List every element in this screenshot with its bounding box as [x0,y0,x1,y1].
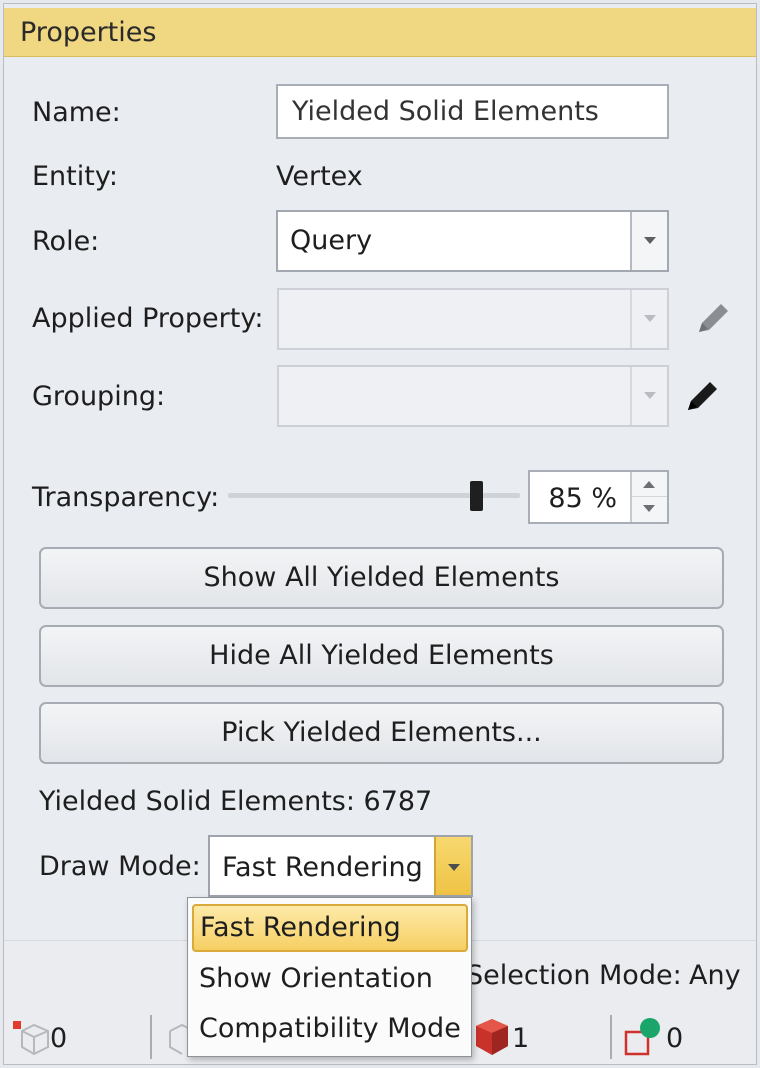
chevron-down-icon [644,392,656,399]
draw-mode-value: Fast Rendering [222,852,423,883]
draw-mode-select[interactable]: Fast Rendering [208,835,473,897]
status-separator [150,1015,152,1059]
name-label: Name: [32,97,121,128]
spin-divider [632,496,667,497]
chevron-down-icon [448,864,460,871]
spin-down-icon[interactable] [643,505,655,512]
draw-mode-option-fast-rendering[interactable]: Fast Rendering [192,904,468,952]
transparency-slider-thumb[interactable] [469,481,483,511]
grouping-dropdown-button [630,367,667,425]
selection-mode-label: Selection Mode: [466,960,682,991]
applied-property-dropdown-button [630,290,667,348]
entity-label: Entity: [32,161,118,192]
vertex-cube-icon[interactable] [12,1019,52,1059]
solid-count: 1 [512,1023,530,1054]
transparency-spinbox[interactable]: 85 % [528,470,669,524]
applied-property-select [277,288,669,350]
grouping-select [277,365,669,427]
draw-mode-dropdown-button[interactable] [434,837,471,895]
spin-buttons [630,472,667,522]
role-select-value: Query [290,225,373,256]
role-label: Role: [32,226,100,257]
show-all-yielded-button[interactable]: Show All Yielded Elements [39,547,724,609]
status-separator [610,1015,612,1059]
solid-cube-icon[interactable] [470,1016,514,1058]
name-field[interactable]: Yielded Solid Elements [276,84,669,139]
role-dropdown-button[interactable] [630,212,667,270]
panel-title: Properties [20,17,157,48]
edit-pencil-icon[interactable] [682,376,722,416]
applied-property-label: Applied Property: [32,303,264,334]
draw-mode-option-show-orientation[interactable]: Show Orientation [188,955,471,1003]
spin-up-icon[interactable] [643,481,655,488]
transparency-label: Transparency: [32,482,220,513]
transparency-value: 85 % [548,483,617,514]
pick-yielded-button[interactable]: Pick Yielded Elements... [39,702,724,764]
grouping-label: Grouping: [32,381,166,412]
vertex-count: 0 [50,1023,68,1054]
draw-mode-label: Draw Mode: [39,851,201,882]
hide-all-yielded-button[interactable]: Hide All Yielded Elements [39,625,724,687]
edge-cube-icon[interactable] [164,1019,188,1059]
yielded-count: Yielded Solid Elements: 6787 [39,786,433,817]
chevron-down-icon [644,237,656,244]
selection-mode-value[interactable]: Any [689,960,741,991]
group-count: 0 [666,1023,684,1054]
chevron-down-icon [644,315,656,322]
role-select[interactable]: Query [276,210,669,272]
edit-pencil-icon[interactable] [693,298,733,338]
group-selection-icon[interactable] [622,1016,668,1060]
panel-header: Properties [4,8,756,57]
draw-mode-option-compatibility-mode[interactable]: Compatibility Mode [188,1005,471,1053]
draw-mode-dropdown-list: Fast Rendering Show Orientation Compatib… [187,897,472,1057]
entity-value: Vertex [276,161,363,192]
